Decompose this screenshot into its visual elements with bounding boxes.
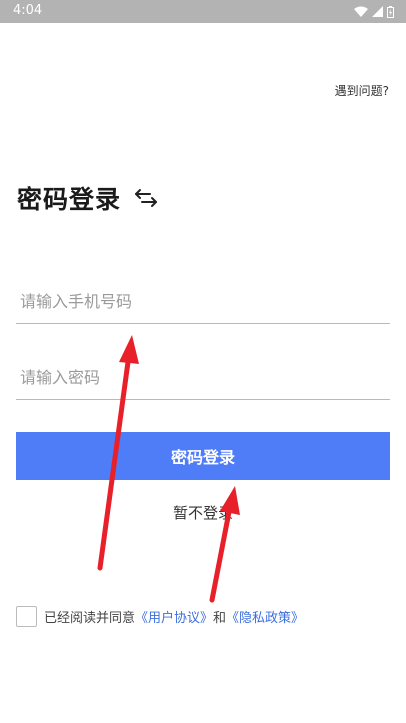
agreement-conjunction: 和 — [213, 610, 227, 626]
user-agreement-link[interactable]: 《用户协议》 — [135, 607, 213, 626]
privacy-policy-link[interactable]: 《隐私政策》 — [226, 607, 304, 626]
help-link[interactable]: 遇到问题? — [335, 82, 389, 99]
status-bar: 4:04 — [0, 0, 406, 23]
status-time: 4:04 — [13, 3, 43, 18]
phone-field — [16, 274, 390, 324]
agreement-row: 已经阅读并同意 《用户协议》 和 《隐私政策》 — [16, 605, 304, 627]
phone-input[interactable] — [16, 292, 390, 311]
battery-icon — [387, 5, 394, 18]
password-input[interactable] — [16, 368, 390, 387]
swap-arrows-icon[interactable] — [133, 188, 159, 208]
signal-icon — [372, 6, 383, 17]
password-login-button[interactable]: 密码登录 — [16, 432, 390, 480]
status-icons — [354, 4, 394, 19]
skip-login-button[interactable]: 暂不登录 — [0, 502, 406, 523]
title-row: 密码登录 — [17, 180, 159, 216]
agreement-checkbox[interactable] — [16, 605, 37, 627]
password-field — [16, 350, 390, 400]
wifi-icon — [354, 6, 368, 17]
page-title: 密码登录 — [17, 185, 122, 214]
agreement-prefix: 已经阅读并同意 — [44, 610, 136, 626]
